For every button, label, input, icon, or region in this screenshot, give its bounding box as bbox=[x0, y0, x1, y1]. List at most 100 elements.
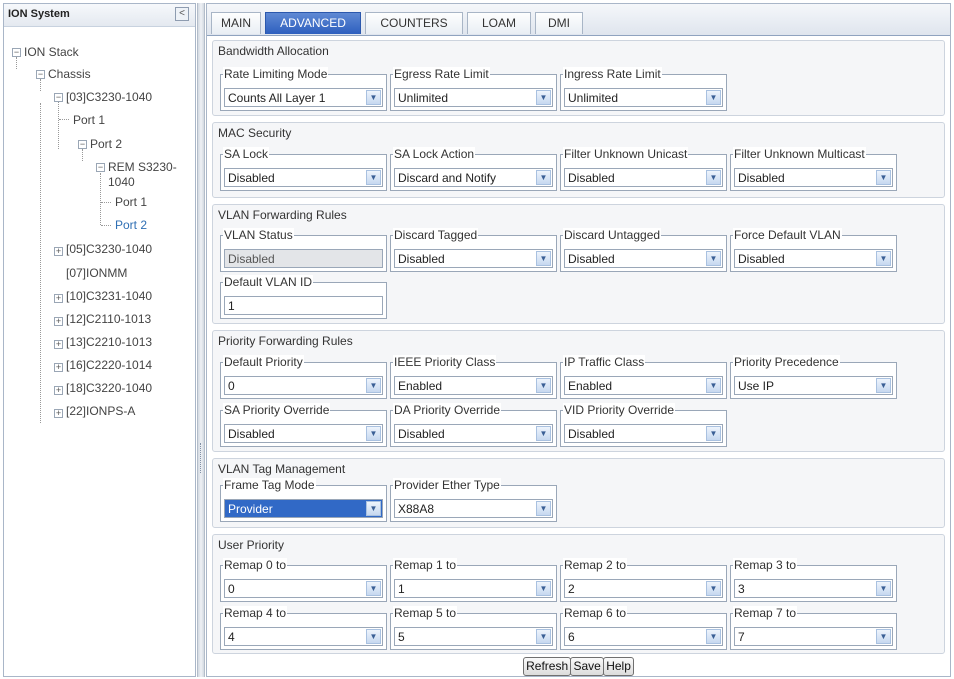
sa-priority-override-select[interactable]: Disabled ▼ bbox=[224, 424, 383, 443]
collapse-toggle-icon[interactable]: − bbox=[78, 140, 87, 149]
dropdown-arrow-icon[interactable]: ▼ bbox=[366, 90, 381, 105]
tab-main[interactable]: MAIN bbox=[211, 12, 261, 34]
discard-tagged-select[interactable]: Disabled ▼ bbox=[394, 249, 553, 268]
tree-node-rem[interactable]: REM S3230- bbox=[108, 160, 177, 175]
tree-node-module-18[interactable]: [18]C3220-1040 bbox=[66, 381, 152, 396]
tree-node-module-16[interactable]: [16]C2220-1014 bbox=[66, 358, 152, 373]
dropdown-arrow-icon[interactable]: ▼ bbox=[536, 378, 551, 393]
filter-unknown-multicast-select[interactable]: Disabled ▼ bbox=[734, 168, 893, 187]
remap-0-select[interactable]: 0 ▼ bbox=[224, 579, 383, 598]
panel-splitter[interactable] bbox=[197, 3, 205, 677]
dropdown-arrow-icon[interactable]: ▼ bbox=[706, 378, 721, 393]
sa-lock-select[interactable]: Disabled ▼ bbox=[224, 168, 383, 187]
dropdown-arrow-icon[interactable]: ▼ bbox=[706, 251, 721, 266]
dropdown-arrow-icon[interactable]: ▼ bbox=[876, 581, 891, 596]
collapse-panel-button[interactable]: < bbox=[175, 7, 189, 21]
field-label: SA Priority Override bbox=[223, 403, 331, 417]
tree-node-module-10[interactable]: [10]C3231-1040 bbox=[66, 289, 152, 304]
dropdown-arrow-icon[interactable]: ▼ bbox=[876, 378, 891, 393]
dropdown-arrow-icon[interactable]: ▼ bbox=[876, 629, 891, 644]
dropdown-arrow-icon[interactable]: ▼ bbox=[536, 501, 551, 516]
collapse-toggle-icon[interactable]: − bbox=[96, 163, 105, 172]
dropdown-arrow-icon[interactable]: ▼ bbox=[536, 251, 551, 266]
remap-2-select[interactable]: 2 ▼ bbox=[564, 579, 723, 598]
ingress-rate-limit-select[interactable]: Unlimited ▼ bbox=[564, 88, 723, 107]
save-button[interactable]: Save bbox=[570, 657, 604, 676]
frame-tag-mode-select[interactable]: Provider ▼ bbox=[224, 499, 383, 518]
default-priority-select[interactable]: 0 ▼ bbox=[224, 376, 383, 395]
dropdown-arrow-icon[interactable]: ▼ bbox=[876, 170, 891, 185]
collapse-toggle-icon[interactable]: − bbox=[36, 70, 45, 79]
dropdown-arrow-icon[interactable]: ▼ bbox=[366, 378, 381, 393]
field-label: Discard Untagged bbox=[563, 228, 662, 242]
tree-node-rem-port-2[interactable]: Port 2 bbox=[115, 218, 147, 233]
expand-toggle-icon[interactable]: + bbox=[54, 317, 63, 326]
remap-4-select[interactable]: 4 ▼ bbox=[224, 627, 383, 646]
remap-6-select[interactable]: 6 ▼ bbox=[564, 627, 723, 646]
dropdown-arrow-icon[interactable]: ▼ bbox=[536, 426, 551, 441]
dropdown-arrow-icon[interactable]: ▼ bbox=[366, 426, 381, 441]
tree-node-rem-port-1[interactable]: Port 1 bbox=[115, 195, 147, 210]
tree-node-module-13[interactable]: [13]C2210-1013 bbox=[66, 335, 152, 350]
dropdown-arrow-icon[interactable]: ▼ bbox=[876, 251, 891, 266]
discard-untagged-select[interactable]: Disabled ▼ bbox=[564, 249, 723, 268]
remap-1-select[interactable]: 1 ▼ bbox=[394, 579, 553, 598]
dropdown-arrow-icon[interactable]: ▼ bbox=[706, 629, 721, 644]
dropdown-arrow-icon[interactable]: ▼ bbox=[706, 426, 721, 441]
tree-node-ion-stack[interactable]: ION Stack bbox=[24, 45, 79, 60]
tree-node-module-05[interactable]: [05]C3230-1040 bbox=[66, 242, 152, 257]
provider-ether-type-select[interactable]: X88A8 ▼ bbox=[394, 499, 553, 518]
dropdown-arrow-icon[interactable]: ▼ bbox=[706, 170, 721, 185]
field-label: SA Lock Action bbox=[393, 147, 476, 161]
dropdown-arrow-icon[interactable]: ▼ bbox=[366, 629, 381, 644]
expand-toggle-icon[interactable]: + bbox=[54, 294, 63, 303]
sa-lock-action-select[interactable]: Discard and Notify ▼ bbox=[394, 168, 553, 187]
tab-loam[interactable]: LOAM bbox=[467, 12, 531, 34]
select-value: X88A8 bbox=[398, 502, 435, 516]
tab-counters[interactable]: COUNTERS bbox=[365, 12, 463, 34]
tree-node-module-22[interactable]: [22]IONPS-A bbox=[66, 404, 135, 419]
dropdown-arrow-icon[interactable]: ▼ bbox=[536, 629, 551, 644]
priority-precedence-select[interactable]: Use IP ▼ bbox=[734, 376, 893, 395]
remap-7-select[interactable]: 7 ▼ bbox=[734, 627, 893, 646]
tree-node-chassis[interactable]: Chassis bbox=[48, 67, 91, 82]
collapse-toggle-icon[interactable]: − bbox=[54, 93, 63, 102]
filter-unknown-unicast-select[interactable]: Disabled ▼ bbox=[564, 168, 723, 187]
remap-5-select[interactable]: 5 ▼ bbox=[394, 627, 553, 646]
field-label: VLAN Status bbox=[223, 228, 294, 242]
ieee-priority-class-field: IEEE Priority Class Enabled ▼ bbox=[390, 355, 557, 399]
ieee-priority-class-select[interactable]: Enabled ▼ bbox=[394, 376, 553, 395]
dropdown-arrow-icon[interactable]: ▼ bbox=[706, 581, 721, 596]
tab-dmi[interactable]: DMI bbox=[535, 12, 583, 34]
expand-toggle-icon[interactable]: + bbox=[54, 363, 63, 372]
select-value: Disabled bbox=[568, 252, 615, 266]
rate-limiting-mode-select[interactable]: Counts All Layer 1 ▼ bbox=[224, 88, 383, 107]
dropdown-arrow-icon[interactable]: ▼ bbox=[706, 90, 721, 105]
remap-3-select[interactable]: 3 ▼ bbox=[734, 579, 893, 598]
expand-toggle-icon[interactable]: + bbox=[54, 340, 63, 349]
dropdown-arrow-icon[interactable]: ▼ bbox=[366, 581, 381, 596]
dropdown-arrow-icon[interactable]: ▼ bbox=[366, 170, 381, 185]
tree-node-port-2[interactable]: Port 2 bbox=[90, 137, 122, 152]
tab-advanced[interactable]: ADVANCED bbox=[265, 12, 361, 34]
expand-toggle-icon[interactable]: + bbox=[54, 247, 63, 256]
tree-node-port-1[interactable]: Port 1 bbox=[73, 113, 105, 128]
expand-toggle-icon[interactable]: + bbox=[54, 409, 63, 418]
dropdown-arrow-icon[interactable]: ▼ bbox=[536, 170, 551, 185]
refresh-button[interactable]: Refresh bbox=[523, 657, 572, 676]
default-vlan-id-input[interactable]: 1 bbox=[224, 296, 383, 315]
force-default-vlan-select[interactable]: Disabled ▼ bbox=[734, 249, 893, 268]
dropdown-arrow-icon[interactable]: ▼ bbox=[536, 581, 551, 596]
collapse-toggle-icon[interactable]: − bbox=[12, 48, 21, 57]
tree-node-module-07[interactable]: [07]IONMM bbox=[66, 266, 127, 281]
tree-node-module-03[interactable]: [03]C3230-1040 bbox=[66, 90, 152, 105]
ip-traffic-class-select[interactable]: Enabled ▼ bbox=[564, 376, 723, 395]
dropdown-arrow-icon[interactable]: ▼ bbox=[536, 90, 551, 105]
tree-node-module-12[interactable]: [12]C2110-1013 bbox=[66, 312, 151, 327]
da-priority-override-select[interactable]: Disabled ▼ bbox=[394, 424, 553, 443]
egress-rate-limit-select[interactable]: Unlimited ▼ bbox=[394, 88, 553, 107]
expand-toggle-icon[interactable]: + bbox=[54, 386, 63, 395]
help-button[interactable]: Help bbox=[603, 657, 634, 676]
dropdown-arrow-icon[interactable]: ▼ bbox=[366, 501, 381, 516]
vid-priority-override-select[interactable]: Disabled ▼ bbox=[564, 424, 723, 443]
